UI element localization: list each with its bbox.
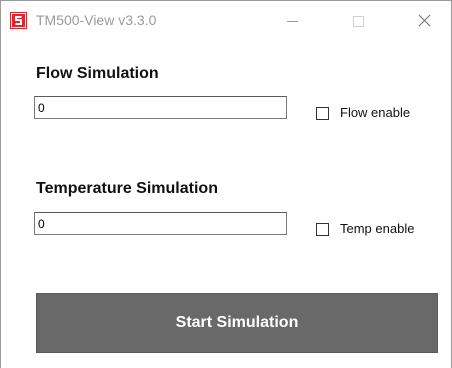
temp-enable-checkbox[interactable] — [316, 223, 329, 236]
temperature-simulation-label: Temperature Simulation — [36, 180, 218, 197]
app-logo-icon — [10, 12, 27, 29]
close-icon — [418, 14, 431, 27]
minimize-button[interactable] — [269, 1, 315, 39]
temperature-value-input[interactable] — [34, 212, 287, 235]
flow-value-input[interactable] — [34, 96, 287, 119]
title-bar[interactable]: TM500-View v3.3.0 — [1, 1, 451, 39]
flow-enable-label: Flow enable — [340, 105, 411, 120]
start-simulation-button[interactable]: Start Simulation — [36, 293, 438, 353]
maximize-icon — [353, 16, 364, 27]
temp-enable-label: Temp enable — [340, 221, 415, 236]
window-title: TM500-View v3.3.0 — [36, 12, 157, 28]
maximize-button[interactable] — [338, 1, 384, 39]
minimize-icon — [287, 21, 298, 22]
flow-enable-checkbox[interactable] — [316, 107, 329, 120]
close-button[interactable] — [401, 1, 447, 39]
flow-simulation-label: Flow Simulation — [36, 65, 159, 82]
app-window: TM500-View v3.3.0 Flow Simulation Flow e… — [0, 0, 452, 368]
